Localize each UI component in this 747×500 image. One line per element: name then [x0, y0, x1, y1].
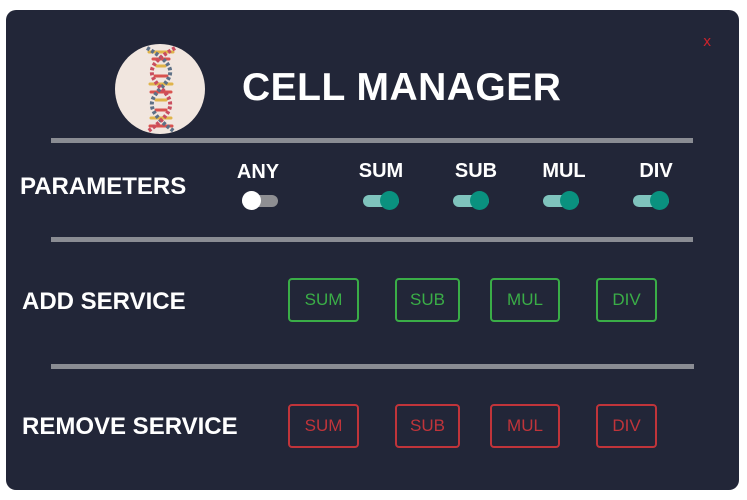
add-div-button[interactable]: DIV	[596, 278, 657, 322]
add-mul-button[interactable]: MUL	[490, 278, 560, 322]
toggle-mul[interactable]	[543, 190, 579, 210]
divider	[51, 138, 693, 143]
toggle-label-mul: MUL	[542, 160, 586, 182]
divider	[51, 364, 694, 369]
toggle-knob	[560, 191, 579, 210]
remove-sub-button[interactable]: SUB	[395, 404, 460, 448]
app-window: x CELL MANAGER PARAMETERS ANY SUM SUB MU…	[6, 10, 739, 490]
toggle-sub[interactable]	[453, 190, 489, 210]
add-service-label: ADD SERVICE	[22, 288, 186, 315]
remove-div-button[interactable]: DIV	[596, 404, 657, 448]
parameters-label: PARAMETERS	[20, 173, 187, 200]
add-sub-button[interactable]: SUB	[395, 278, 460, 322]
toggle-label-any: ANY	[236, 161, 280, 183]
app-title: CELL MANAGER	[242, 66, 562, 109]
add-sum-button[interactable]: SUM	[288, 278, 359, 322]
remove-service-label: REMOVE SERVICE	[22, 413, 238, 440]
toggle-knob	[242, 191, 261, 210]
toggle-knob	[380, 191, 399, 210]
close-button[interactable]: x	[703, 34, 711, 50]
remove-mul-button[interactable]: MUL	[490, 404, 560, 448]
toggle-label-sum: SUM	[358, 160, 404, 182]
toggle-label-div: DIV	[639, 160, 673, 182]
toggle-sum[interactable]	[363, 190, 399, 210]
toggle-label-sub: SUB	[454, 160, 498, 182]
toggle-div[interactable]	[633, 190, 669, 210]
toggle-any[interactable]	[242, 190, 278, 210]
toggle-knob	[470, 191, 489, 210]
toggle-knob	[650, 191, 669, 210]
dna-icon	[115, 44, 205, 134]
divider	[51, 237, 693, 242]
remove-sum-button[interactable]: SUM	[288, 404, 359, 448]
